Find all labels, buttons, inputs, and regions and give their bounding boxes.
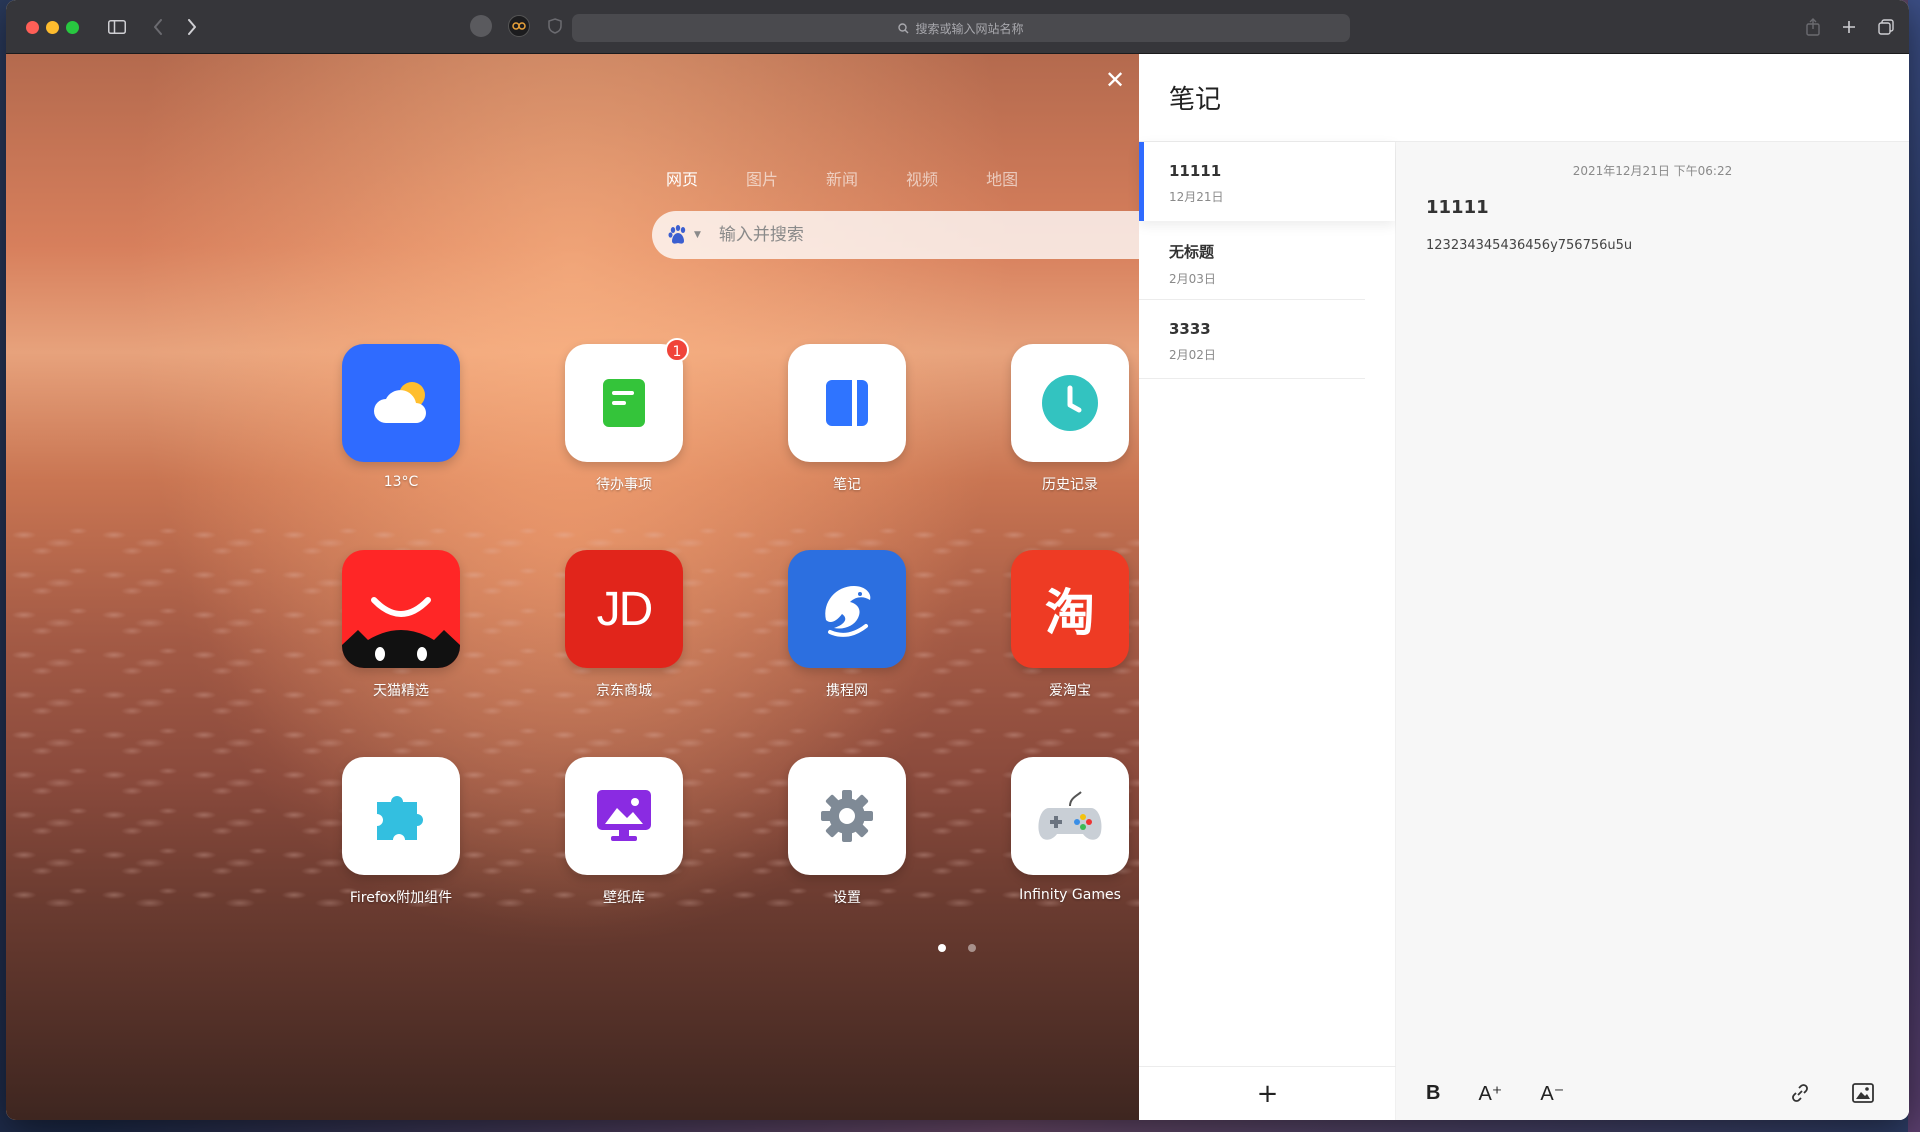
page-indicator bbox=[938, 944, 976, 952]
gear-icon bbox=[788, 757, 906, 875]
chevron-down-icon[interactable]: ▼ bbox=[694, 230, 701, 240]
font-increase-button[interactable]: A⁺ bbox=[1478, 1081, 1502, 1106]
app-firefox-addons[interactable]: Firefox附加组件 bbox=[342, 757, 460, 907]
search-tab-news[interactable]: 新闻 bbox=[826, 166, 858, 190]
search-category-tabs: 网页 图片 新闻 视频 地图 bbox=[666, 166, 1018, 190]
notes-icon bbox=[788, 344, 906, 462]
search-icon bbox=[898, 22, 909, 33]
browser-window: 搜索或输入网站名称 ✕ 网页 图片 新闻 视频 地图 ▼ 输入并搜索 13°C … bbox=[6, 0, 1909, 1120]
window-close-button[interactable] bbox=[26, 21, 39, 34]
app-todo[interactable]: 1 待办事项 bbox=[565, 338, 689, 494]
app-label: 京东商城 bbox=[596, 683, 652, 699]
app-weather[interactable]: 13°C bbox=[342, 344, 460, 490]
search-input[interactable] bbox=[718, 225, 1099, 245]
search-tab-map[interactable]: 地图 bbox=[986, 166, 1018, 190]
weather-icon bbox=[342, 344, 460, 462]
app-label: 待办事项 bbox=[596, 477, 652, 493]
back-arrow-icon[interactable] bbox=[146, 14, 170, 40]
sidebar-toggle-icon[interactable] bbox=[104, 14, 130, 40]
app-label: 爱淘宝 bbox=[1049, 683, 1091, 699]
app-label: Firefox附加组件 bbox=[349, 890, 453, 906]
baidu-paw-icon[interactable] bbox=[666, 223, 690, 247]
wallpaper-icon bbox=[565, 757, 683, 875]
window-minimize-button[interactable] bbox=[46, 21, 59, 34]
font-decrease-button[interactable]: A⁻ bbox=[1540, 1081, 1564, 1106]
taobao-icon: 淘 bbox=[1011, 550, 1129, 668]
app-tmall[interactable]: 天猫精选 bbox=[342, 550, 460, 700]
note-editor-title[interactable]: 11111 bbox=[1426, 197, 1909, 218]
search-box: ▼ bbox=[652, 211, 1139, 259]
browser-toolbar: 搜索或输入网站名称 bbox=[6, 0, 1909, 54]
page-dot-2[interactable] bbox=[968, 944, 976, 952]
new-tab-page: ✕ 网页 图片 新闻 视频 地图 ▼ 输入并搜索 13°C 1 待办事项 笔记 … bbox=[6, 54, 1139, 1120]
address-placeholder: 搜索或输入网站名称 bbox=[915, 21, 1024, 36]
app-ctrip[interactable]: 携程网 bbox=[788, 550, 906, 700]
link-icon[interactable] bbox=[1790, 1083, 1810, 1107]
app-notes[interactable]: 笔记 bbox=[788, 344, 906, 494]
ctrip-dolphin-icon bbox=[788, 550, 906, 668]
search-tab-video[interactable]: 视频 bbox=[906, 166, 938, 190]
note-date: 12月21日 bbox=[1169, 190, 1224, 204]
app-settings[interactable]: 设置 bbox=[788, 757, 906, 907]
note-editor: 2021年12月21日 下午06:22 11111 12323434543645… bbox=[1396, 142, 1909, 1120]
app-infinity-games[interactable]: Infinity Games bbox=[1011, 757, 1129, 903]
note-title: 无标题 bbox=[1169, 243, 1215, 261]
app-label: 壁纸库 bbox=[603, 890, 645, 906]
notes-header-title: 笔记 bbox=[1139, 54, 1909, 142]
notification-badge: 1 bbox=[665, 338, 689, 362]
note-timestamp: 2021年12月21日 下午06:22 bbox=[1572, 164, 1733, 178]
forward-arrow-icon[interactable] bbox=[180, 14, 204, 40]
history-clock-icon bbox=[1011, 344, 1129, 462]
add-note-button[interactable]: + bbox=[1139, 1066, 1396, 1120]
image-icon[interactable] bbox=[1852, 1083, 1874, 1107]
note-list-item[interactable]: 3333 2月02日 bbox=[1139, 300, 1365, 379]
app-label: 历史记录 bbox=[1042, 477, 1098, 493]
todo-icon bbox=[565, 344, 683, 462]
notes-panel: 笔记 11111 12月21日 无标题 2月03日 3333 2月02日 + 2… bbox=[1139, 54, 1909, 1120]
close-icon[interactable]: ✕ bbox=[1103, 68, 1127, 92]
note-title: 3333 bbox=[1169, 320, 1211, 338]
new-tab-plus-icon[interactable] bbox=[1836, 14, 1862, 40]
app-label: 携程网 bbox=[826, 683, 868, 699]
app-jd[interactable]: JD 京东商城 bbox=[565, 550, 683, 700]
notes-list: 11111 12月21日 无标题 2月03日 3333 2月02日 + bbox=[1139, 142, 1396, 1120]
note-title: 11111 bbox=[1169, 162, 1222, 180]
app-label: 天猫精选 bbox=[373, 683, 429, 699]
app-taobao[interactable]: 淘 爱淘宝 bbox=[1011, 550, 1129, 700]
note-list-item[interactable]: 无标题 2月03日 bbox=[1139, 221, 1365, 300]
app-label: 设置 bbox=[833, 890, 861, 906]
app-label: Infinity Games bbox=[1019, 887, 1121, 903]
address-bar[interactable]: 搜索或输入网站名称 bbox=[572, 14, 1350, 42]
app-label: 笔记 bbox=[833, 477, 861, 493]
share-icon[interactable] bbox=[1800, 14, 1826, 40]
privacy-shield-icon[interactable] bbox=[544, 15, 566, 37]
extension-mask-icon[interactable] bbox=[508, 15, 530, 37]
search-tab-images[interactable]: 图片 bbox=[746, 166, 778, 190]
app-label: 13°C bbox=[383, 474, 419, 490]
note-date: 2月03日 bbox=[1169, 272, 1216, 286]
app-history[interactable]: 历史记录 bbox=[1011, 344, 1129, 494]
desktop-background bbox=[1908, 0, 1920, 1132]
search-tab-web[interactable]: 网页 bbox=[666, 166, 698, 190]
gamepad-icon bbox=[1011, 757, 1129, 875]
window-maximize-button[interactable] bbox=[66, 21, 79, 34]
tmall-icon bbox=[342, 550, 460, 668]
puzzle-icon bbox=[342, 757, 460, 875]
note-list-item[interactable]: 11111 12月21日 bbox=[1139, 142, 1395, 221]
extension-icon[interactable] bbox=[470, 15, 492, 37]
jd-icon: JD bbox=[565, 550, 683, 668]
note-editor-body[interactable]: 123234345436456y756756u5u bbox=[1426, 238, 1909, 253]
bold-button[interactable]: B bbox=[1426, 1082, 1440, 1105]
app-wallpaper[interactable]: 壁纸库 bbox=[565, 757, 683, 907]
tab-overview-icon[interactable] bbox=[1873, 14, 1899, 40]
editor-toolbar: B A⁺ A⁻ bbox=[1396, 1066, 1909, 1120]
page-dot-1[interactable] bbox=[938, 944, 946, 952]
note-date: 2月02日 bbox=[1169, 348, 1216, 362]
